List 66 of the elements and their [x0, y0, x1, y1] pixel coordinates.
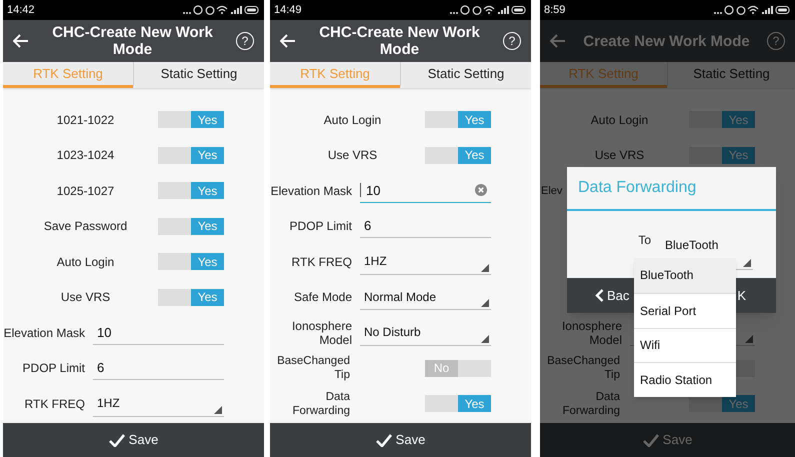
field-label: To [637, 232, 651, 248]
dropdown-select[interactable]: No Disturb [360, 320, 491, 346]
checkmark-icon [376, 434, 392, 446]
setting-label: PDOP Limit [288, 218, 352, 236]
setting-label: Data Forwarding [561, 390, 620, 418]
setting-label: Elevation Mask [3, 324, 85, 342]
text-cursor [360, 183, 361, 198]
setting-label: Safe Mode [292, 290, 352, 304]
setting-label: Use VRS [60, 289, 112, 306]
setting-label: Ionosphere Model [560, 318, 622, 347]
dropdown-arrow-icon [743, 259, 751, 267]
tab[interactable]: Static Setting [400, 62, 531, 88]
save-button[interactable]: Save [270, 423, 531, 457]
page-title: Create New Work Mode [582, 32, 751, 50]
status-time: 8:59 [544, 2, 566, 18]
input-field[interactable]: 6 [360, 214, 491, 238]
dropdown-arrow-icon [481, 334, 489, 343]
setting-label: RTK FREQ [24, 396, 85, 411]
page-title: CHC-Create New Work Mode [318, 24, 481, 58]
setting-label: Data Forwarding [291, 390, 350, 418]
dialog-title: Data Forwarding [567, 167, 776, 211]
chevron-left-icon [595, 289, 604, 302]
setting-label: PDOP Limit [22, 360, 85, 378]
back-arrow-icon[interactable] [13, 34, 29, 48]
status-time: 14:49 [274, 2, 302, 18]
dropdown-arrow-icon [214, 406, 222, 414]
page-title: CHC-Create New Work Mode [51, 24, 214, 58]
setting-label: RTK FREQ [290, 254, 352, 269]
dropdown-select[interactable]: Normal Mode [360, 284, 491, 310]
dropdown-select[interactable]: 1HZ [93, 390, 224, 417]
setting-label: BaseChanged Tip [276, 354, 350, 382]
setting-label: Use VRS [594, 147, 646, 164]
setting-label: 1023-1024 [56, 147, 116, 164]
input-field[interactable]: 10 [93, 320, 224, 345]
save-button[interactable]: Save [3, 423, 264, 457]
setting-label: Save Password [42, 218, 128, 236]
help-button[interactable]: ? [503, 32, 521, 50]
dropdown-arrow-icon [481, 264, 489, 272]
setting-label: 1025-1027 [56, 182, 116, 200]
help-button[interactable]: ? [236, 32, 254, 50]
dropdown-option[interactable]: Radio Station [634, 362, 736, 397]
dropdown-option[interactable]: Wifi [634, 328, 736, 362]
setting-label: Auto Login [322, 112, 382, 129]
dropdown-select[interactable]: 1HZ [360, 248, 491, 275]
setting-label: Ionosphere Model [290, 318, 352, 347]
setting-label: Auto Login [56, 254, 116, 271]
setting-label: Elev [540, 184, 562, 198]
setting-label: Use VRS [326, 147, 378, 164]
setting-label: Auto Login [590, 112, 650, 129]
dropdown-option[interactable]: Serial Port [634, 292, 736, 328]
dropdown-option[interactable]: BlueTooth [634, 258, 736, 293]
input-field[interactable]: 6 [93, 356, 224, 380]
dialog-button[interactable]: Bac [567, 286, 630, 306]
setting-label: Elevation Mask [270, 182, 352, 200]
checkmark-icon [108, 434, 125, 446]
input-field[interactable]: 10 [360, 178, 491, 203]
dialog-button[interactable]: K [737, 286, 776, 306]
dropdown-arrow-icon [745, 334, 753, 343]
back-arrow-icon[interactable] [280, 34, 296, 48]
clear-icon[interactable] [475, 184, 487, 196]
setting-label: BaseChanged Tip [546, 354, 620, 382]
tab[interactable]: Static Setting [133, 62, 264, 88]
checkmark-icon [642, 434, 659, 446]
dropdown-arrow-icon [481, 299, 489, 308]
setting-label: 1021-1022 [56, 112, 116, 129]
status-time: 14:42 [7, 2, 35, 18]
